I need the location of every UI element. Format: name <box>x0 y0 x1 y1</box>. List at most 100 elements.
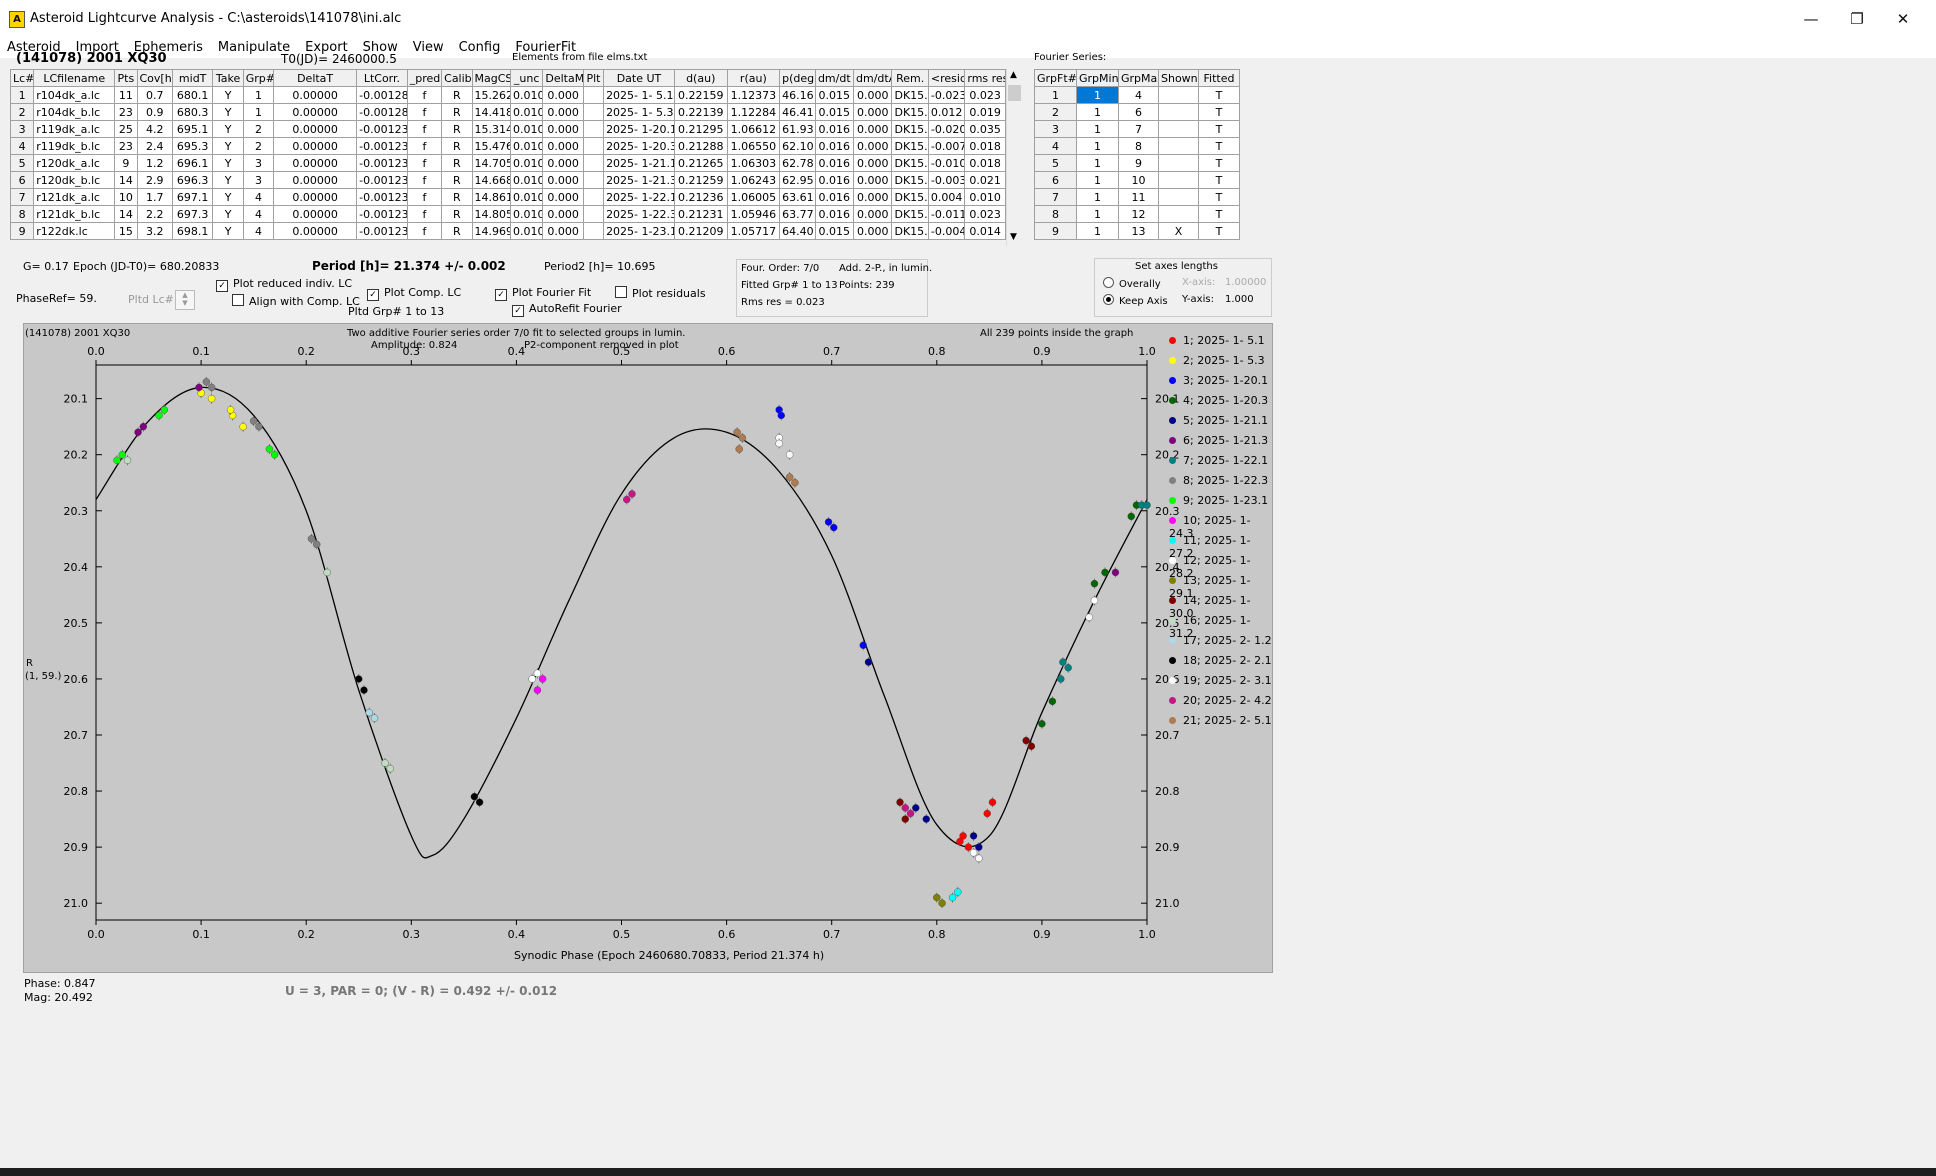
table-cell[interactable]: 1.06550 <box>726 137 781 155</box>
table-cell[interactable]: T <box>1198 86 1240 104</box>
table-cell[interactable]: 0.000 <box>853 154 893 172</box>
table-cell[interactable]: 0.016 <box>814 137 855 155</box>
lc-column-header[interactable]: DeltaM <box>542 69 584 87</box>
table-cell[interactable]: 6 <box>1034 171 1077 189</box>
table-cell[interactable]: 1 <box>242 103 275 121</box>
table-cell[interactable]: 4 <box>1034 137 1077 155</box>
table-cell[interactable]: Y <box>212 103 244 121</box>
table-cell[interactable] <box>582 154 605 172</box>
pltd-lc-spinner[interactable]: ▲ ▼ <box>175 290 195 310</box>
table-cell[interactable]: 0.00000 <box>273 103 358 121</box>
table-cell[interactable]: -0.00123 <box>356 171 408 189</box>
table-cell[interactable] <box>1158 154 1199 172</box>
table-cell[interactable]: 697.3 <box>171 205 214 223</box>
table-row[interactable]: 4 r119dk_b.lc 23 2.4 695.3 Y 2 0.00000 -0.00123 f… <box>9 137 1006 155</box>
lc-column-header[interactable]: Date UT <box>603 69 675 87</box>
table-cell[interactable] <box>582 137 605 155</box>
table-row[interactable]: 418 T <box>1034 137 1240 155</box>
table-cell[interactable]: 0.21288 <box>673 137 728 155</box>
table-cell[interactable]: DK15.. <box>891 120 929 138</box>
table-cell[interactable]: 7 <box>1118 120 1159 138</box>
table-row[interactable]: 519 T <box>1034 154 1240 172</box>
table-cell[interactable]: f <box>406 171 443 189</box>
table-cell[interactable]: 0.010 <box>509 154 544 172</box>
table-cell[interactable]: f <box>406 154 443 172</box>
table-cell[interactable]: T <box>1198 154 1240 172</box>
table-row[interactable]: 6 1 10 T <box>1034 171 1240 189</box>
table-cell[interactable]: 46.41 <box>779 103 816 121</box>
table-cell[interactable]: 0.010 <box>509 188 544 206</box>
table-cell[interactable]: 1 <box>242 86 275 104</box>
lc-column-header[interactable]: Cov[h] <box>136 69 173 87</box>
table-cell[interactable]: 2 <box>242 137 275 155</box>
table-cell[interactable]: -0.010 <box>927 154 966 172</box>
table-cell[interactable]: 63.61 <box>779 188 816 206</box>
table-cell[interactable]: 0.00000 <box>273 86 358 104</box>
table-row[interactable]: 9 r122dk.lc 15 3.2 698.1 Y 4 0.00000 -0.00123 f R 1… <box>9 222 1006 240</box>
lc-column-header[interactable]: Rem. <box>891 69 929 87</box>
fourier-column-header[interactable]: GrpFt# <box>1034 69 1077 87</box>
table-cell[interactable]: 0.000 <box>542 120 584 138</box>
overally-radio[interactable]: Overally <box>1103 277 1161 290</box>
table-cell[interactable]: -0.004 <box>927 222 966 240</box>
table-cell[interactable]: 0.21236 <box>673 188 728 206</box>
table-cell[interactable]: 1 <box>1076 137 1119 155</box>
table-cell[interactable] <box>582 222 605 240</box>
table-cell[interactable] <box>1158 103 1199 121</box>
table-cell[interactable] <box>582 120 605 138</box>
plot-residuals-checkbox[interactable]: Plot residuals <box>615 286 706 300</box>
table-cell[interactable]: 5 <box>9 154 35 172</box>
plot-reduced-checkbox[interactable]: ✓ Plot reduced indiv. LC <box>216 277 352 292</box>
table-cell[interactable] <box>1158 120 1199 138</box>
table-cell[interactable]: 0.018 <box>964 137 1006 155</box>
table-cell[interactable]: 12 <box>1118 205 1159 223</box>
lc-column-header[interactable]: Grp# <box>242 69 275 87</box>
table-cell[interactable]: R <box>441 171 473 189</box>
table-cell[interactable]: T <box>1198 171 1240 189</box>
table-cell[interactable]: 0.000 <box>542 205 584 223</box>
table-cell[interactable]: 14.668 <box>471 171 511 189</box>
table-cell[interactable]: 1 <box>1034 86 1077 104</box>
table-cell[interactable]: DK15.. <box>891 188 929 206</box>
table-cell[interactable]: T <box>1198 120 1240 138</box>
menu-config[interactable]: Config <box>451 38 508 55</box>
table-cell[interactable]: 0.000 <box>542 86 584 104</box>
lc-column-header[interactable]: Lc# <box>9 69 35 87</box>
table-cell[interactable]: 14.969 <box>471 222 511 240</box>
table-cell[interactable]: 0.21265 <box>673 154 728 172</box>
table-cell[interactable]: DK15.. <box>891 222 929 240</box>
table-cell[interactable]: f <box>406 205 443 223</box>
table-cell[interactable]: 0.21209 <box>673 222 728 240</box>
table-cell[interactable]: 14 <box>114 205 138 223</box>
table-cell[interactable]: 1 <box>1076 171 1119 189</box>
table-cell[interactable]: 2025- 1-21.1 <box>603 154 675 172</box>
table-cell[interactable]: f <box>406 137 443 155</box>
table-cell[interactable]: 0.00000 <box>273 188 358 206</box>
table-cell[interactable]: DK15.. <box>891 137 929 155</box>
table-row[interactable]: 7 1 11 T <box>1034 188 1240 206</box>
table-cell[interactable]: 8 <box>1118 137 1159 155</box>
table-cell[interactable]: 0.00000 <box>273 205 358 223</box>
table-cell[interactable]: f <box>406 86 443 104</box>
table-cell[interactable]: Y <box>212 86 244 104</box>
table-cell[interactable]: 0.000 <box>853 137 893 155</box>
table-cell[interactable]: 0.21259 <box>673 171 728 189</box>
table-cell[interactable]: f <box>406 188 443 206</box>
table-cell[interactable]: DK15.. <box>891 171 929 189</box>
table-cell[interactable]: r121dk_b.lc <box>33 205 116 223</box>
table-cell[interactable]: 2025- 1-23.1 <box>603 222 675 240</box>
table-cell[interactable]: 2025- 1-22.1 <box>603 188 675 206</box>
table-cell[interactable]: r122dk.lc <box>33 222 116 240</box>
table-row[interactable]: 216 T <box>1034 103 1240 121</box>
table-cell[interactable]: 4.2 <box>136 120 173 138</box>
lc-column-header[interactable]: MagCS <box>471 69 511 87</box>
table-cell[interactable]: r119dk_b.lc <box>33 137 116 155</box>
table-cell[interactable]: 10 <box>114 188 138 206</box>
table-row[interactable]: 6 r120dk_b.lc 14 2.9 696.3 Y 3 0.00000 -0.00123 f… <box>9 171 1006 189</box>
lc-column-header[interactable]: <resid> <box>927 69 966 87</box>
table-cell[interactable]: 13 <box>1118 222 1159 240</box>
table-cell[interactable]: 3 <box>242 154 275 172</box>
table-cell[interactable]: 0.016 <box>814 205 855 223</box>
table-cell[interactable]: 0.010 <box>509 137 544 155</box>
table-cell[interactable]: 2025- 1-21.3 <box>603 171 675 189</box>
